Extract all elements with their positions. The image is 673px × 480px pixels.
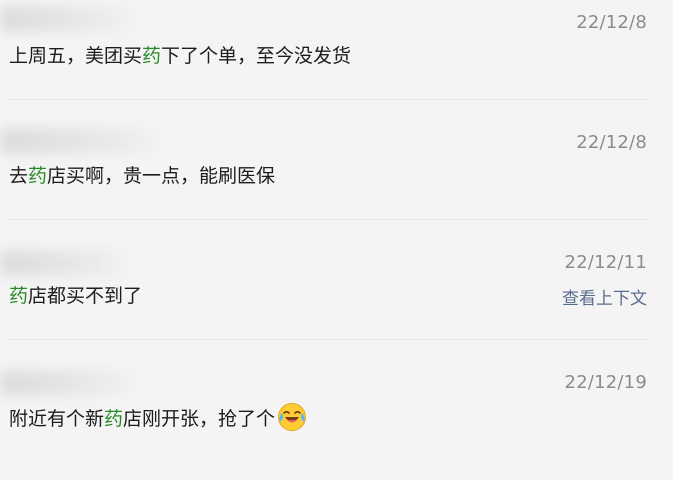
comment-date: 22/12/11	[564, 252, 647, 273]
comment-text: 去药店买啊，贵一点，能刷医保	[9, 162, 275, 190]
highlight-keyword[interactable]: 药	[28, 165, 47, 187]
comment-text-pre: 上周五，美团买	[9, 45, 143, 67]
highlight-keyword[interactable]: 药	[9, 285, 28, 307]
comment-date: 22/12/8	[576, 132, 647, 153]
laugh-cry-emoji-icon	[277, 402, 307, 432]
comment-item: 22/12/8 上周五，美团买药下了个单，至今没发货	[0, 0, 673, 120]
comment-text: 药店都买不到了	[9, 282, 142, 310]
comment-text-post: 店刚开张，抢了个	[123, 408, 276, 430]
blurred-username	[0, 6, 140, 32]
view-context-link[interactable]: 查看上下文	[562, 284, 647, 309]
comment-item: 22/12/8 去药店买啊，贵一点，能刷医保	[0, 120, 673, 240]
blurred-username	[0, 128, 170, 154]
blurred-username	[0, 250, 135, 276]
divider	[9, 339, 647, 340]
comment-date: 22/12/19	[564, 372, 647, 393]
comment-text: 附近有个新药店刚开张，抢了个	[9, 402, 307, 433]
divider	[9, 99, 647, 100]
comment-item: 22/12/11 药店都买不到了 查看上下文	[0, 240, 673, 360]
highlight-keyword[interactable]: 药	[104, 408, 123, 430]
comment-text-post: 店都买不到了	[28, 285, 143, 307]
comment-item: 22/12/19 附近有个新药店刚开张，抢了个	[0, 360, 673, 480]
comment-text-pre: 附近有个新	[9, 408, 105, 430]
comment-text-pre: 去	[9, 165, 29, 187]
blurred-username	[0, 370, 140, 396]
highlight-keyword[interactable]: 药	[142, 45, 161, 67]
comment-text: 上周五，美团买药下了个单，至今没发货	[9, 42, 351, 70]
comment-date: 22/12/8	[576, 12, 647, 33]
comment-text-post: 下了个单，至今没发货	[161, 45, 352, 67]
divider	[9, 219, 647, 220]
comment-text-post: 店买啊，贵一点，能刷医保	[47, 165, 276, 187]
